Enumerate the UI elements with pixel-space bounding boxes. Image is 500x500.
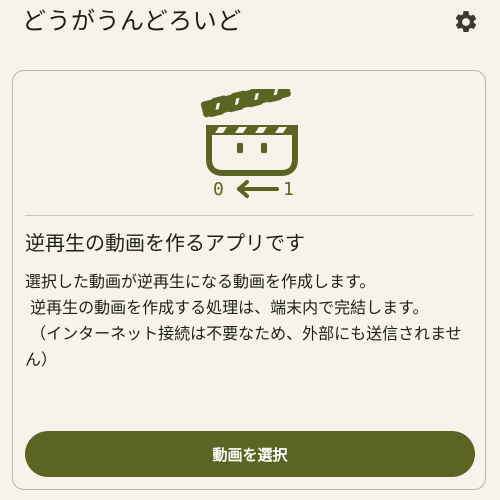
main-card: 0 1 逆再生の動画を作るアプリです 選択した動画が逆再生になる動画を作成します… bbox=[12, 70, 486, 490]
divider bbox=[25, 215, 473, 216]
app-root: どうがうんどろいど 0 1 逆再生の動画を作るアプリです 選択した動画が逆再生に… bbox=[0, 0, 500, 500]
illustration-label-left: 0 bbox=[213, 179, 224, 200]
clapperboard-reverse-icon: 0 1 bbox=[195, 80, 305, 201]
app-title: どうがうんどろいど bbox=[22, 7, 242, 35]
gear-icon bbox=[455, 11, 477, 33]
settings-button[interactable] bbox=[452, 8, 480, 36]
select-video-button[interactable]: 動画を選択 bbox=[25, 431, 475, 477]
card-description: 選択した動画が逆再生になる動画を作成します。 逆再生の動画を作成する処理は、端末… bbox=[25, 272, 462, 369]
illustration-label-right: 1 bbox=[283, 179, 294, 200]
top-bar: どうがうんどろいど bbox=[0, 0, 500, 48]
card-title: 逆再生の動画を作るアプリです bbox=[25, 231, 305, 255]
